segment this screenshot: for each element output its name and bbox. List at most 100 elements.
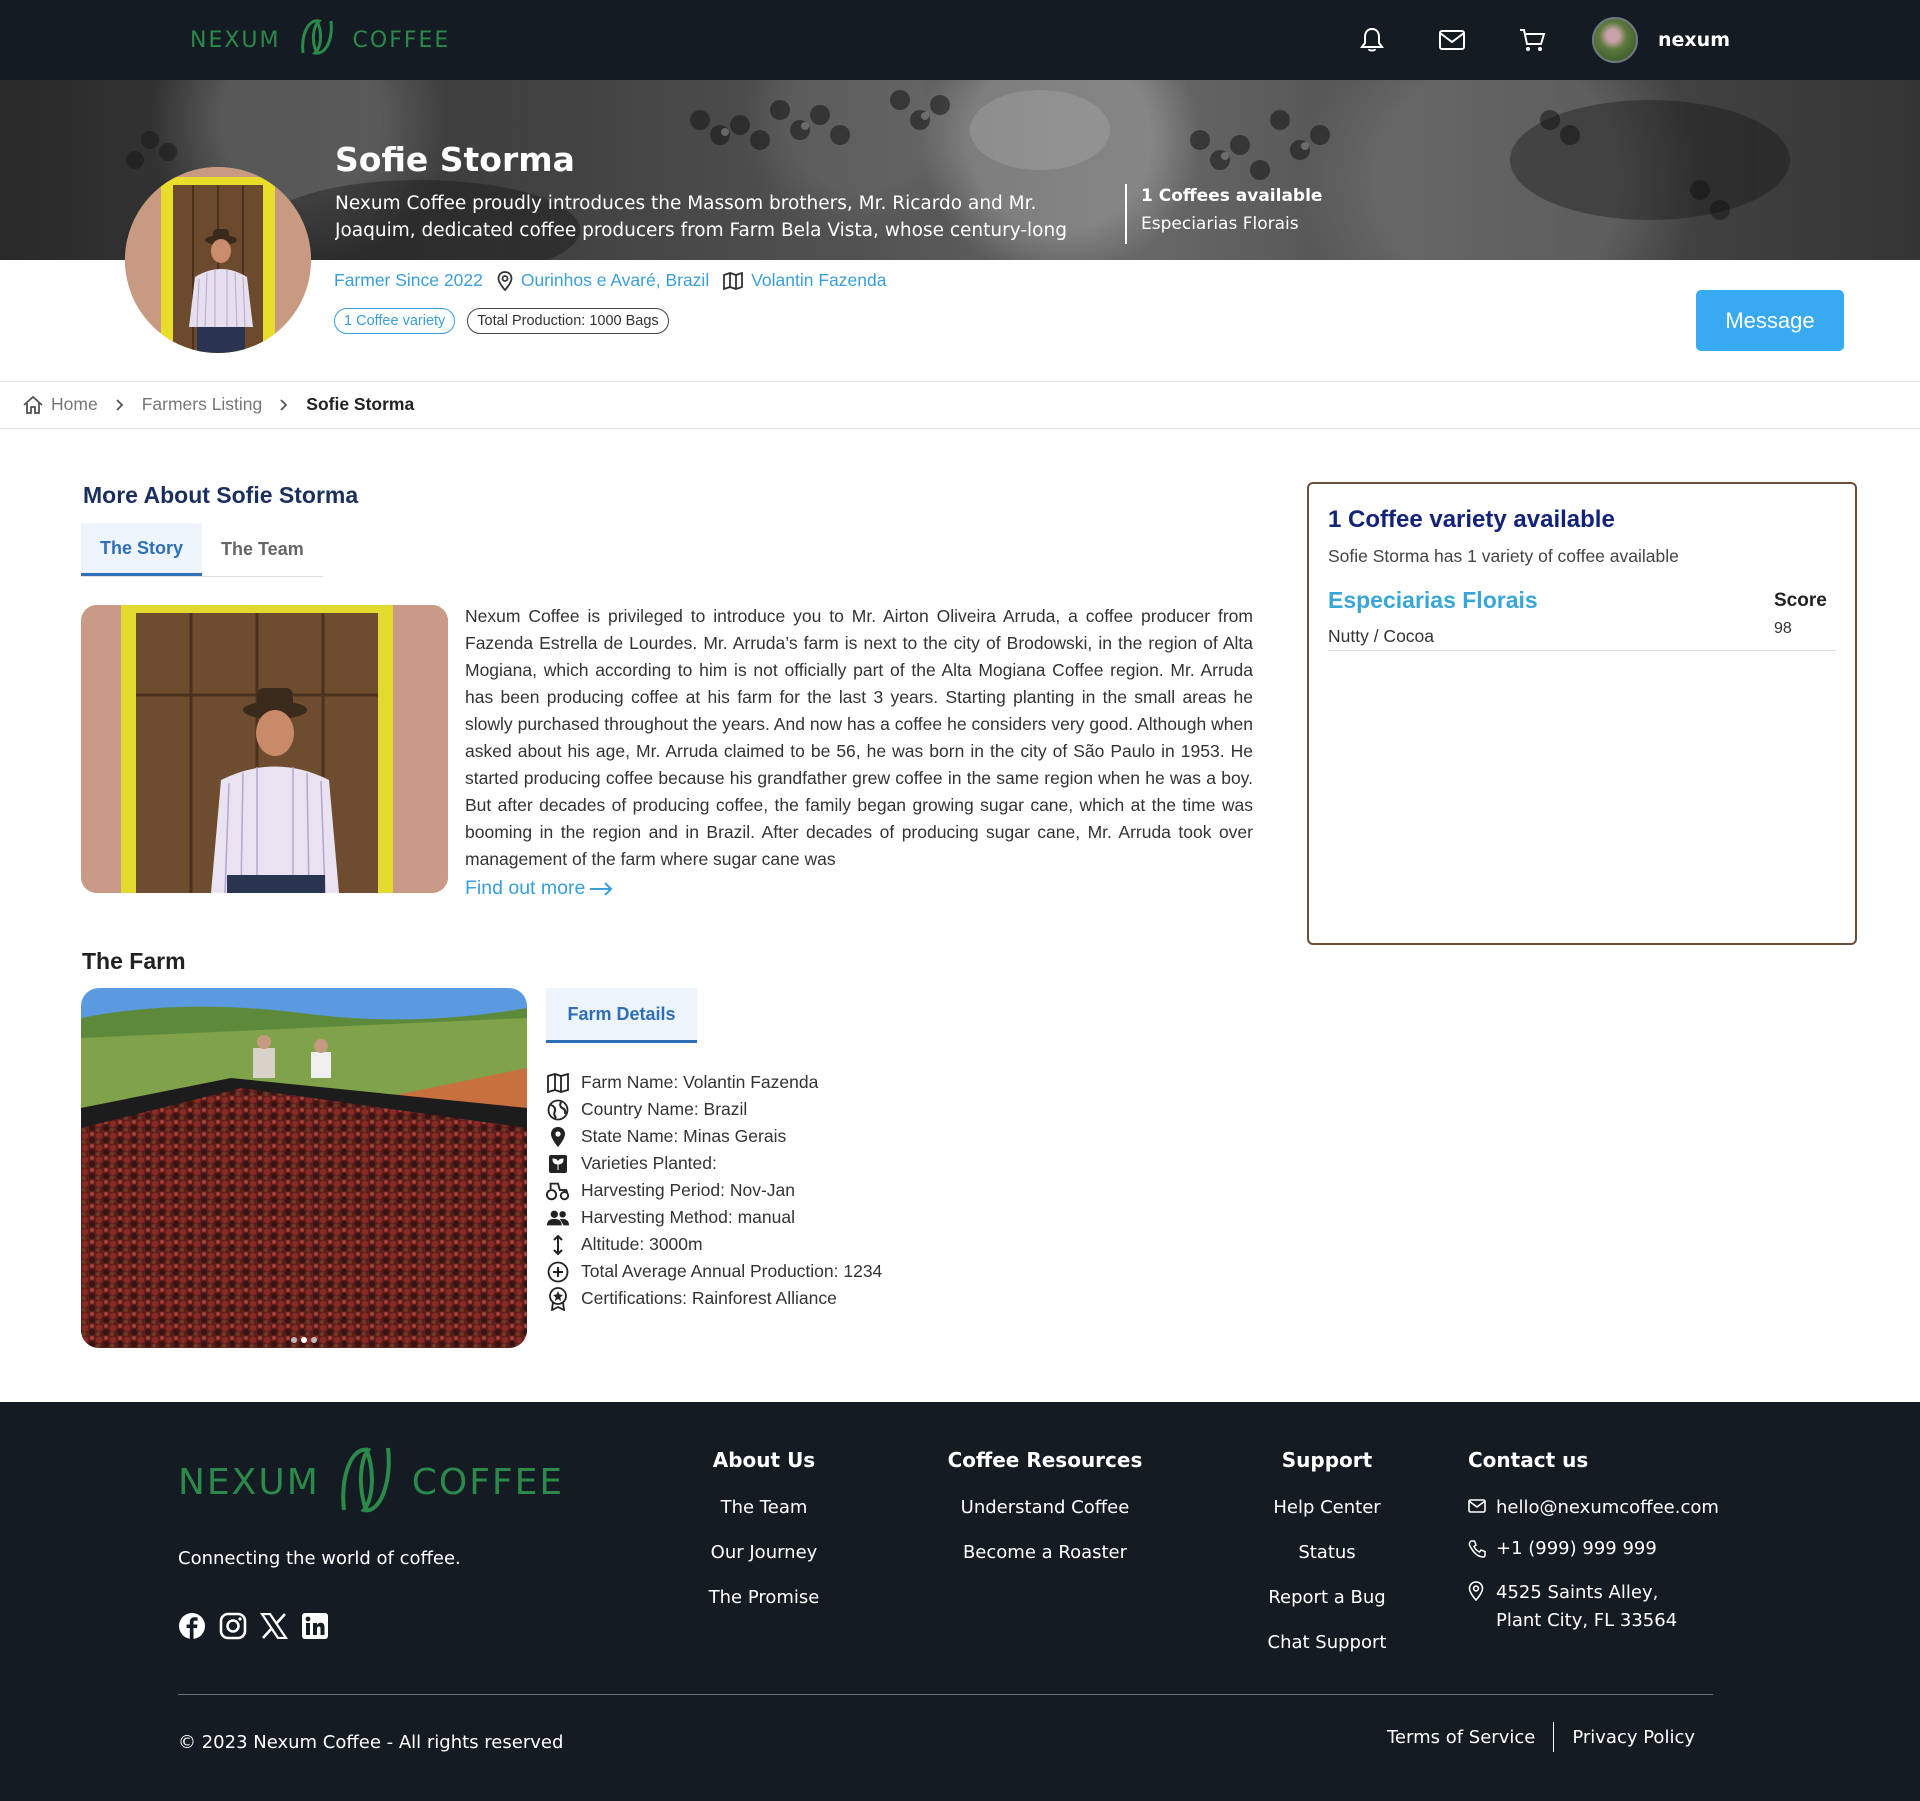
footer-column-title: About Us xyxy=(712,1448,816,1472)
user-menu[interactable]: nexum xyxy=(1592,17,1730,63)
contact-phone-text: +1 (999) 999 999 xyxy=(1496,1538,1657,1559)
farm-detail-text: Certifications: Rainforest Alliance xyxy=(581,1288,837,1308)
contact-email[interactable]: hello@nexumcoffee.com xyxy=(1468,1497,1719,1518)
farm-detail-text: State Name: Minas Gerais xyxy=(581,1126,787,1146)
farm-photo-carousel[interactable] xyxy=(81,988,527,1348)
footer-contact: Contact us hello@nexumcoffee.com +1 (999… xyxy=(1468,1448,1719,1655)
farm-detail-text: Country Name: Brazil xyxy=(581,1099,748,1119)
footer-tagline: Connecting the world of coffee. xyxy=(178,1548,461,1569)
footer-link-help-center[interactable]: Help Center xyxy=(1246,1497,1408,1542)
contact-address: 4525 Saints Alley, Plant City, FL 33564 xyxy=(1468,1579,1719,1635)
footer-brand-logo[interactable]: NEXUM COFFEE xyxy=(178,1444,564,1520)
chevron-right-icon xyxy=(116,398,124,411)
linkedin-icon[interactable] xyxy=(301,1612,329,1640)
farm-detail-item: Certifications: Rainforest Alliance xyxy=(546,1285,882,1312)
farmer-since: Farmer Since 2022 xyxy=(334,270,483,290)
footer-link-the-team[interactable]: The Team xyxy=(685,1497,843,1542)
footer-link-understand-coffee[interactable]: Understand Coffee xyxy=(935,1497,1155,1542)
home-icon[interactable] xyxy=(22,395,44,415)
footer-link-the-promise[interactable]: The Promise xyxy=(685,1587,843,1632)
social-links xyxy=(178,1612,329,1640)
map-icon xyxy=(723,271,744,290)
phone-icon xyxy=(1468,1540,1496,1558)
footer-link-our-journey[interactable]: Our Journey xyxy=(685,1542,843,1587)
globe-icon xyxy=(546,1098,570,1122)
footer-link-become-a-roaster[interactable]: Become a Roaster xyxy=(935,1542,1155,1587)
about-title: More About Sofie Storma xyxy=(83,482,359,508)
hero-divider xyxy=(1125,184,1127,244)
bell-icon[interactable] xyxy=(1352,20,1392,60)
tab-farm-details[interactable]: Farm Details xyxy=(546,988,697,1043)
find-out-more-link[interactable]: Find out more xyxy=(465,877,613,900)
breadcrumb-farmers-listing[interactable]: Farmers Listing xyxy=(142,394,263,415)
location-label: Ourinhos e Avaré, Brazil xyxy=(520,270,710,290)
tab-the-team[interactable]: The Team xyxy=(202,523,323,576)
avatar[interactable] xyxy=(1592,17,1638,63)
variety-card-title: 1 Coffee variety available xyxy=(1328,506,1615,533)
altitude-icon xyxy=(546,1233,570,1257)
footer: NEXUM COFFEE Connecting the world of cof… xyxy=(0,1402,1920,1801)
farmer-name: Sofie Storma xyxy=(335,140,575,179)
farm-detail-text: Harvesting Period: Nov-Jan xyxy=(581,1180,795,1200)
cart-icon[interactable] xyxy=(1512,20,1552,60)
brand-name-right: COFFEE xyxy=(352,27,451,53)
farm-detail-text: Harvesting Method: manual xyxy=(581,1207,795,1227)
farm-detail-text: Total Average Annual Production: 1234 xyxy=(581,1261,883,1281)
farm-detail-item: State Name: Minas Gerais xyxy=(546,1123,882,1150)
contact-phone[interactable]: +1 (999) 999 999 xyxy=(1468,1538,1719,1559)
tab-the-story[interactable]: The Story xyxy=(81,523,203,576)
farmer-farm[interactable]: Volantin Fazenda xyxy=(723,270,886,291)
footer-link-status[interactable]: Status xyxy=(1246,1542,1408,1587)
certificate-icon xyxy=(546,1286,570,1311)
mail-icon[interactable] xyxy=(1432,20,1472,60)
legal-links: Terms of Service Privacy Policy xyxy=(1387,1722,1695,1752)
variety-score: 98 xyxy=(1774,620,1792,637)
variety-name-link[interactable]: Especiarias Florais xyxy=(1328,587,1538,614)
farmer-story: Nexum Coffee is privileged to introduce … xyxy=(465,606,1253,869)
contact-address-line1: 4525 Saints Alley, xyxy=(1496,1582,1659,1603)
farmer-intro: Nexum Coffee proudly introduces the Mass… xyxy=(335,193,1067,241)
farmer-location[interactable]: Ourinhos e Avaré, Brazil xyxy=(497,270,709,291)
contact-email-text: hello@nexumcoffee.com xyxy=(1496,1497,1719,1518)
farm-details-list: Farm Name: Volantin Fazenda Country Name… xyxy=(546,1069,882,1312)
breadcrumb-home[interactable]: Home xyxy=(51,394,98,415)
people-icon xyxy=(546,1206,570,1230)
top-navigation: NEXUM COFFEE nexum xyxy=(0,0,1920,80)
privacy-policy-link[interactable]: Privacy Policy xyxy=(1572,1727,1695,1748)
x-icon[interactable] xyxy=(260,1612,288,1640)
breadcrumb: Home Farmers Listing Sofie Storma xyxy=(0,381,1920,429)
farm-detail-item: Country Name: Brazil xyxy=(546,1096,882,1123)
divider xyxy=(1553,1722,1555,1752)
available-coffee-name[interactable]: Especiarias Florais xyxy=(1141,214,1299,234)
footer-link-report-a-bug[interactable]: Report a Bug xyxy=(1246,1587,1408,1632)
footer-column-coffee-resources: Coffee Resources Understand Coffee Becom… xyxy=(935,1448,1155,1587)
username[interactable]: nexum xyxy=(1658,29,1730,51)
variety-card-subtitle: Sofie Storma has 1 variety of coffee ava… xyxy=(1328,546,1679,566)
facebook-icon[interactable] xyxy=(178,1612,206,1640)
farm-detail-text: Varieties Planted: xyxy=(581,1153,717,1173)
farmer-story-photo xyxy=(81,605,448,893)
footer-column-title: Contact us xyxy=(1468,1448,1589,1472)
contact-address-line2: Plant City, FL 33564 xyxy=(1496,1610,1678,1631)
instagram-icon[interactable] xyxy=(219,1612,247,1640)
find-out-more-label: Find out more xyxy=(465,877,586,899)
pin-icon xyxy=(497,270,513,291)
farm-label: Volantin Fazenda xyxy=(751,270,887,290)
brand-name-right: COFFEE xyxy=(411,1461,565,1503)
brand-name-left: NEXUM xyxy=(178,1461,320,1503)
message-button[interactable]: Message xyxy=(1696,290,1844,351)
plus-circle-icon xyxy=(546,1260,570,1284)
coffee-variety-card: 1 Coffee variety available Sofie Storma … xyxy=(1307,482,1857,945)
coffees-available-count: 1 Coffees available xyxy=(1141,186,1323,206)
footer-link-chat-support[interactable]: Chat Support xyxy=(1246,1632,1408,1677)
mail-icon xyxy=(1468,1499,1496,1513)
farm-detail-item: Total Average Annual Production: 1234 xyxy=(546,1258,882,1285)
about-tabs: The Story The Team xyxy=(81,523,323,577)
footer-column-title: Support xyxy=(1281,1448,1373,1472)
variety-tasting-notes: Nutty / Cocoa xyxy=(1328,626,1435,646)
footer-column-support: Support Help Center Status Report a Bug … xyxy=(1246,1448,1408,1677)
pin-icon xyxy=(546,1125,570,1149)
footer-divider xyxy=(178,1694,1713,1695)
brand-logo[interactable]: NEXUM COFFEE xyxy=(190,18,450,62)
terms-of-service-link[interactable]: Terms of Service xyxy=(1387,1727,1535,1748)
